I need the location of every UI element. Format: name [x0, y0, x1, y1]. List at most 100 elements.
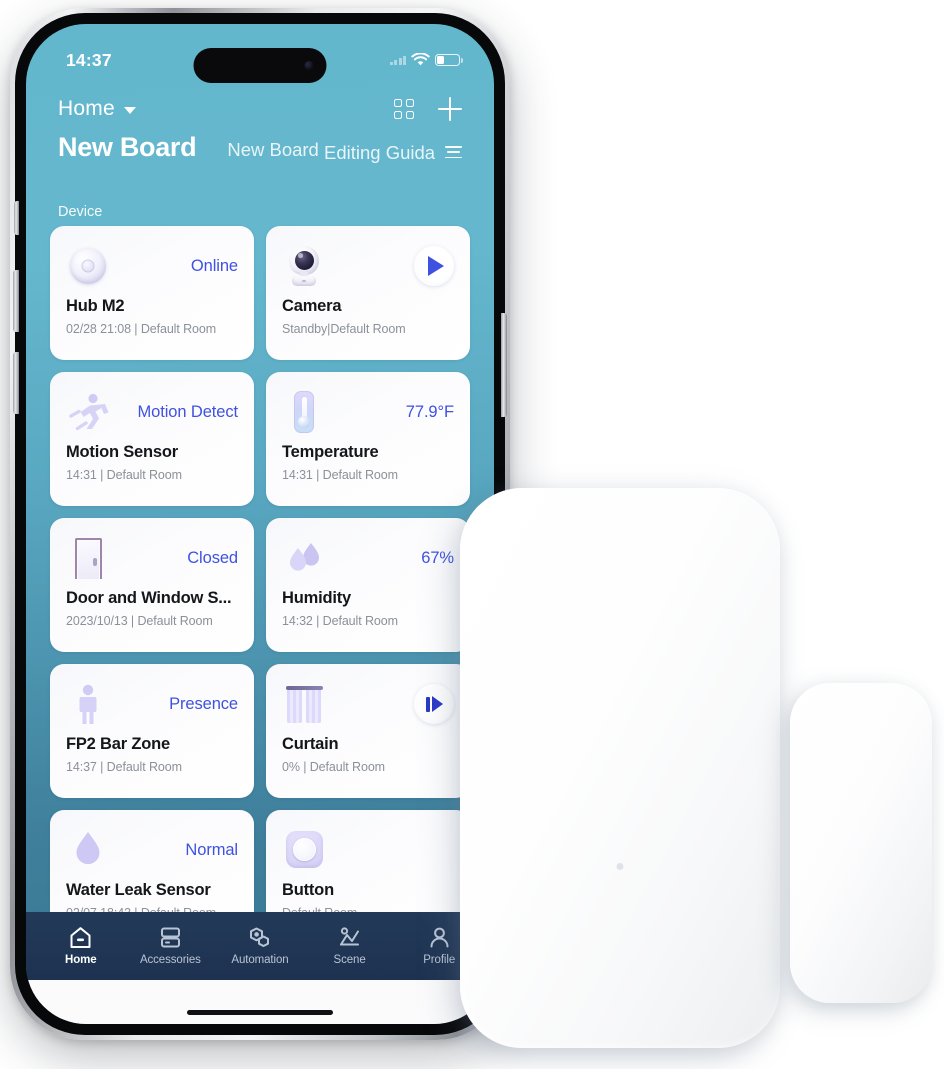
device-status: Closed	[187, 548, 238, 567]
tab-new-board-active[interactable]: New Board	[58, 132, 197, 163]
tab-editing-guide[interactable]: Editing Guida	[324, 142, 436, 164]
screenshot-root: 14:37 Home New Board New Board Editing G…	[0, 0, 944, 1069]
device-title: FP2 Bar Zone	[66, 735, 170, 753]
scene-icon	[340, 927, 360, 946]
tab-accessories[interactable]: Accessories	[126, 926, 216, 966]
tab-label: Profile	[423, 954, 456, 966]
device-meta: 2023/10/13 | Default Room	[66, 614, 213, 628]
tab-label: Scene	[333, 954, 366, 966]
silent-switch[interactable]	[14, 201, 19, 235]
phone-bezel: 14:37 Home New Board New Board Editing G…	[15, 13, 505, 1035]
power-button[interactable]	[501, 313, 507, 417]
card-top: Closed	[66, 532, 238, 584]
device-meta: 14:32 | Default Room	[282, 614, 398, 628]
card-top	[282, 678, 454, 730]
camera-icon	[282, 244, 326, 288]
home-icon	[70, 927, 91, 948]
bottom-tab-bar: Home Accessories Automation Scene Profil…	[26, 912, 494, 980]
device-meta: 14:31 | Default Room	[66, 468, 182, 482]
chevron-down-icon	[123, 107, 136, 114]
device-meta: 02/28 21:08 | Default Room	[66, 322, 217, 336]
device-card-motion-sensor[interactable]: Motion Detect Motion Sensor 14:31 | Defa…	[50, 372, 254, 506]
device-card-fp2-bar-zone[interactable]: Presence FP2 Bar Zone 14:37 | Default Ro…	[50, 664, 254, 798]
header-top-row: Home	[58, 88, 462, 130]
volume-up-button[interactable]	[13, 270, 19, 332]
card-top: 67%	[282, 532, 454, 584]
card-top: Normal	[66, 824, 238, 876]
device-status: Online	[190, 256, 238, 275]
device-status: Presence	[169, 694, 238, 713]
hub-puck-icon	[66, 244, 110, 288]
signal-bars-icon	[389, 55, 406, 65]
button-device-icon	[282, 828, 326, 872]
curtain-open-icon	[425, 696, 443, 712]
curtain-open-button[interactable]	[414, 684, 454, 724]
device-title: Curtain	[282, 735, 339, 753]
tab-editing-guide-clip: Editing Guida	[324, 142, 436, 172]
device-title: Hub M2	[66, 297, 125, 315]
device-card-humidity[interactable]: 67% Humidity 14:32 | Default Room	[266, 518, 470, 652]
status-indicators	[389, 53, 463, 67]
tab-new-board[interactable]: New Board	[227, 139, 319, 161]
home-selector[interactable]: Home	[58, 97, 136, 121]
dynamic-island	[193, 48, 327, 83]
device-title: Button	[282, 881, 334, 899]
home-selector-label: Home	[58, 97, 115, 120]
tab-home[interactable]: Home	[36, 926, 126, 966]
tab-scene[interactable]: Scene	[305, 926, 395, 966]
device-meta: 14:37 | Default Room	[66, 760, 182, 774]
accessories-icon	[160, 927, 180, 948]
device-status: Normal	[185, 840, 238, 859]
card-top: Motion Detect	[66, 386, 238, 438]
battery-low-icon	[435, 53, 463, 67]
app-header: Home New Board New Board Editing Guida	[26, 82, 494, 180]
grid-view-icon[interactable]	[394, 99, 414, 119]
play-icon	[428, 256, 444, 276]
volume-down-button[interactable]	[13, 352, 19, 414]
person-presence-icon	[66, 682, 110, 726]
motion-running-icon	[66, 390, 110, 434]
card-top: 77.9°F	[282, 386, 454, 438]
automation-icon	[250, 927, 270, 947]
thermometer-icon	[282, 390, 326, 434]
profile-icon	[430, 927, 449, 948]
device-card-camera[interactable]: Camera Standby|Default Room	[266, 226, 470, 360]
device-card-curtain[interactable]: Curtain 0% | Default Room	[266, 664, 470, 798]
sensor-main-unit	[460, 488, 780, 1048]
card-top	[282, 240, 454, 292]
card-top: Presence	[66, 678, 238, 730]
device-meta: 0% | Default Room	[282, 760, 385, 774]
tab-automation[interactable]: Automation	[215, 926, 305, 966]
device-card-hub-m2[interactable]: Online Hub M2 02/28 21:08 | Default Room	[50, 226, 254, 360]
device-status: Motion Detect	[137, 402, 239, 421]
water-drop-icon	[66, 828, 110, 872]
tab-label: Home	[65, 954, 97, 966]
phone-screen: 14:37 Home New Board New Board Editing G…	[26, 24, 494, 1024]
card-top	[282, 824, 454, 876]
front-camera-icon	[304, 61, 314, 70]
tab-label: Accessories	[139, 954, 201, 966]
plus-icon[interactable]	[438, 97, 462, 121]
card-top: Online	[66, 240, 238, 292]
play-button[interactable]	[414, 246, 454, 286]
tab-label: Automation	[231, 954, 289, 966]
home-indicator[interactable]	[187, 1009, 333, 1015]
device-meta: Standby|Default Room	[282, 322, 406, 336]
device-title: Camera	[282, 297, 342, 315]
device-card-temperature[interactable]: 77.9°F Temperature 14:31 | Default Room	[266, 372, 470, 506]
sensor-magnet-unit	[790, 683, 932, 1003]
hamburger-menu-icon[interactable]	[445, 146, 462, 159]
device-title: Water Leak Sensor	[66, 881, 211, 899]
door-icon	[66, 536, 110, 580]
safe-area	[26, 980, 494, 1024]
board-tabs: New Board New Board Editing Guida	[58, 132, 462, 180]
device-title: Humidity	[282, 589, 351, 607]
status-clock: 14:37	[66, 49, 112, 70]
product-photo-door-window-sensor	[455, 470, 944, 1069]
humidity-droplets-icon	[282, 536, 326, 580]
device-card-door-window-sensor[interactable]: Closed Door and Window S... 2023/10/13 |…	[50, 518, 254, 652]
device-title: Temperature	[282, 443, 379, 461]
device-status: 67%	[421, 548, 454, 567]
device-status: 77.9°F	[405, 402, 454, 421]
device-meta: 14:31 | Default Room	[282, 468, 398, 482]
